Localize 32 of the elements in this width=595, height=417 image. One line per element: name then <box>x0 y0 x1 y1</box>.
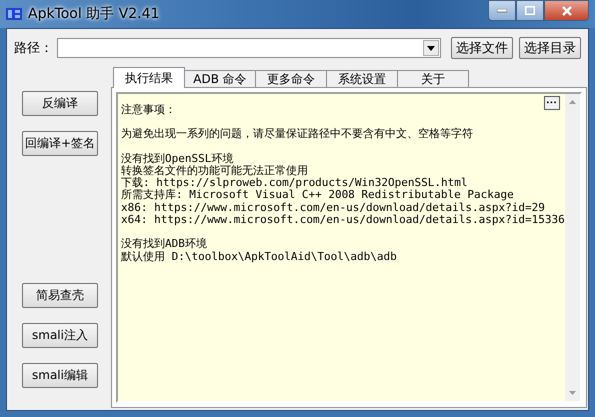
select-button[interactable]: 选择文件 <box>451 37 513 59</box>
tab[interactable]: ADB 命令 <box>184 70 256 87</box>
log-line: x86: https://www.microsoft.com/en-us/download/details.aspx?id=29 <box>121 202 546 214</box>
maximize-icon <box>525 6 535 15</box>
log-line: 没有找到OpenSSL环境 <box>121 152 234 165</box>
close-button[interactable] <box>544 0 589 21</box>
tab[interactable]: 关于 <box>397 70 469 87</box>
log-line: 为避免出现一系列的问题，请尽量保证路径中不要含有中文、空格等字符 <box>121 128 474 141</box>
log-line: 没有找到ADB环境 <box>121 238 208 251</box>
more-button[interactable]: ··· <box>544 96 560 110</box>
tab[interactable]: 系统设置 <box>326 70 398 87</box>
log-line: 转换签名文件的功能可能无法正常使用 <box>121 164 309 177</box>
maximize-button[interactable] <box>516 0 544 21</box>
tab[interactable]: 执行结果 <box>113 67 185 88</box>
window-title: ApkTool 助手 V2.41 <box>28 5 160 23</box>
minimize-button[interactable] <box>488 0 516 21</box>
path-label: 路径： <box>14 40 53 57</box>
close-icon <box>560 6 572 16</box>
action-button[interactable]: 简易查壳 <box>22 283 98 308</box>
action-button[interactable]: smali编辑 <box>22 363 98 388</box>
minimize-icon <box>497 8 507 12</box>
action-button[interactable]: 回编译+签名 <box>22 131 98 156</box>
select-button[interactable]: 选择目录 <box>519 37 581 59</box>
log-line: 注意事项： <box>121 104 177 116</box>
log-line: 所需支持库: Microsoft Visual C++ 2008 Redistributable Package <box>121 189 515 202</box>
log-line: 默认使用 D:\toolbox\ApkToolAid\Tool\adb\adb <box>121 250 398 263</box>
log-line: x64: https://www.microsoft.com/en-us/download/details.aspx?id=15336 <box>121 214 565 226</box>
app-icon <box>6 7 22 21</box>
tab[interactable]: 更多命令 <box>255 70 327 87</box>
action-button[interactable]: smali注入 <box>22 323 98 348</box>
log-line: 下载: https://slproweb.com/products/Win32OpenSSL.html <box>121 177 469 190</box>
action-button[interactable]: 反编译 <box>22 91 98 116</box>
